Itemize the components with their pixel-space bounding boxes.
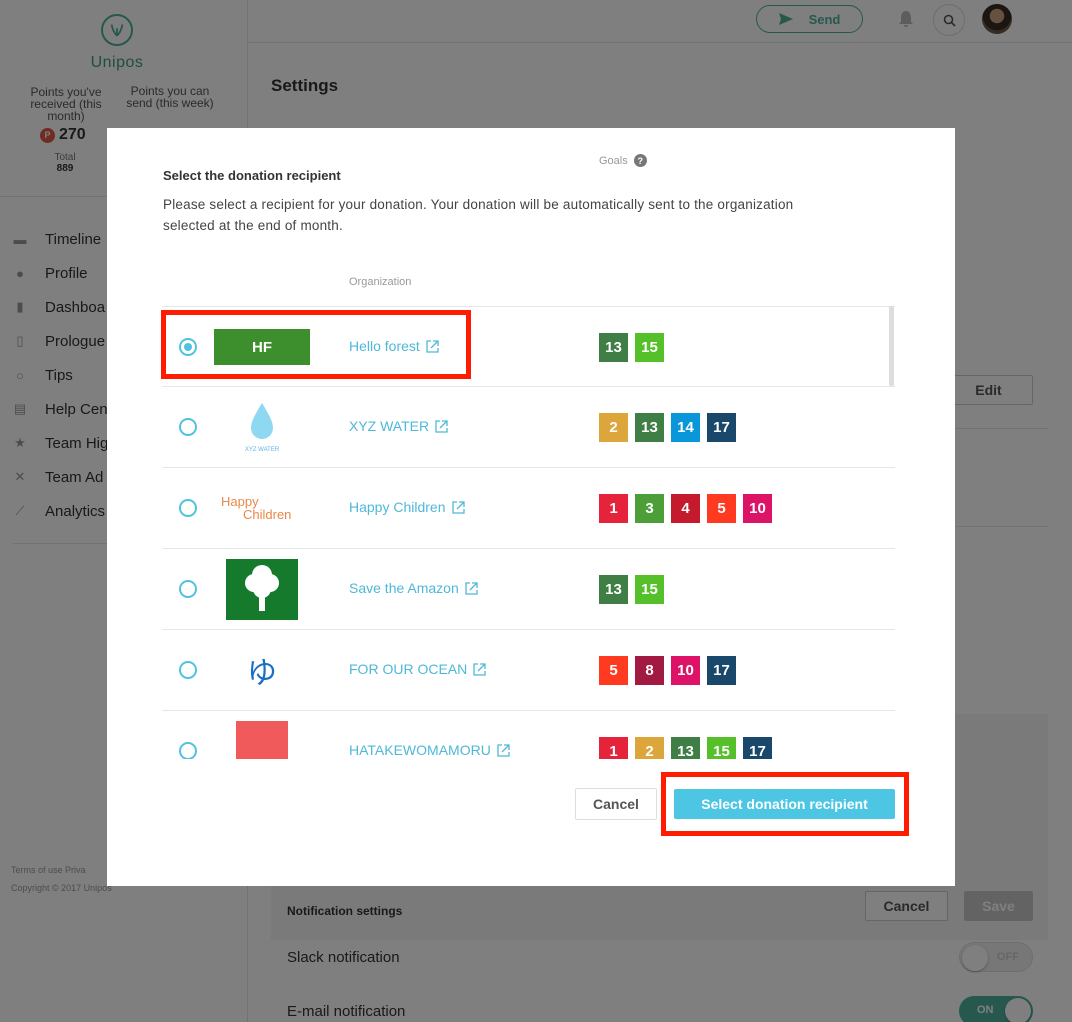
column-header-goals: Goals ? bbox=[599, 154, 647, 167]
goal-badge: 17 bbox=[743, 737, 772, 759]
cancel-button[interactable]: Cancel bbox=[575, 788, 657, 820]
goal-badge: 4 bbox=[671, 494, 700, 523]
external-link-icon bbox=[473, 662, 486, 676]
org-name: Save the Amazon bbox=[349, 580, 459, 596]
goal-badges: 5 8 10 17 bbox=[599, 656, 736, 685]
ocean-logo-glyph: ゆ bbox=[247, 656, 277, 691]
goal-badge: 1 bbox=[599, 494, 628, 523]
goal-badge: 13 bbox=[671, 737, 700, 759]
external-link-icon bbox=[451, 500, 465, 514]
org-logo bbox=[214, 558, 310, 620]
dialog-description: Please select a recipient for your donat… bbox=[163, 197, 794, 233]
recipient-row-xyz-water[interactable]: XYZ WATER XYZ WATER 2 13 14 17 bbox=[162, 387, 895, 468]
external-link-icon bbox=[465, 581, 478, 595]
radio-button[interactable] bbox=[179, 580, 197, 598]
highlight-box-selected-row bbox=[161, 310, 471, 379]
goal-badge: 13 bbox=[635, 413, 664, 442]
org-link[interactable]: Save the Amazon bbox=[349, 580, 478, 596]
highlight-box-confirm-button bbox=[661, 772, 909, 836]
list-scrollbar[interactable] bbox=[889, 306, 894, 386]
goal-badge: 15 bbox=[707, 737, 736, 759]
external-link-icon bbox=[497, 743, 510, 757]
external-link-icon bbox=[435, 419, 448, 433]
goal-badges: 2 13 14 17 bbox=[599, 413, 736, 442]
radio-button[interactable] bbox=[179, 742, 197, 759]
org-name: Happy Children bbox=[349, 499, 446, 515]
tree-icon bbox=[226, 558, 298, 620]
goal-badge: 2 bbox=[635, 737, 664, 759]
radio-button[interactable] bbox=[179, 661, 197, 679]
goal-badge: 17 bbox=[707, 656, 736, 685]
goal-badge: 2 bbox=[599, 413, 628, 442]
goal-badge: 5 bbox=[707, 494, 736, 523]
goal-badge: 10 bbox=[671, 656, 700, 685]
goal-badges: 1 3 4 5 10 bbox=[599, 494, 772, 523]
org-link[interactable]: HATAKEWOMAMORU bbox=[349, 742, 510, 758]
org-name: FOR OUR OCEAN bbox=[349, 661, 468, 677]
org-logo: XYZ WATER bbox=[214, 397, 310, 457]
org-link[interactable]: XYZ WATER bbox=[349, 418, 448, 434]
dialog-title: Select the donation recipient bbox=[163, 168, 341, 183]
org-name: XYZ WATER bbox=[349, 418, 430, 434]
water-drop-icon: XYZ WATER bbox=[245, 403, 280, 453]
happy-children-logo: Happy Children bbox=[221, 495, 303, 521]
goal-badges: 13 15 bbox=[599, 333, 664, 362]
goal-badge: 3 bbox=[635, 494, 664, 523]
radio-button[interactable] bbox=[179, 499, 197, 517]
goal-badges: 1 2 13 15 17 bbox=[599, 737, 772, 759]
org-logo: ゆ bbox=[214, 640, 310, 700]
org-logo: Happy Children bbox=[214, 478, 310, 538]
goal-badge: 15 bbox=[635, 575, 664, 604]
help-icon[interactable]: ? bbox=[633, 154, 647, 167]
recipient-row-save-the-amazon[interactable]: Save the Amazon 13 15 bbox=[162, 549, 895, 630]
org-link[interactable]: FOR OUR OCEAN bbox=[349, 661, 486, 677]
goal-badge: 10 bbox=[743, 494, 772, 523]
org-logo bbox=[214, 721, 310, 759]
org-link[interactable]: Happy Children bbox=[349, 499, 465, 515]
logo-line-2: Children bbox=[243, 507, 292, 522]
goal-badge: 13 bbox=[599, 575, 628, 604]
recipient-row-hatakewomamoru[interactable]: HATAKEWOMAMORU 1 2 13 15 17 bbox=[162, 711, 895, 759]
goal-badge: 14 bbox=[671, 413, 700, 442]
radio-button[interactable] bbox=[179, 418, 197, 436]
goal-badge: 15 bbox=[635, 333, 664, 362]
goal-badge: 13 bbox=[599, 333, 628, 362]
xyz-water-logo-text: XYZ WATER bbox=[245, 447, 280, 453]
goal-badge: 8 bbox=[635, 656, 664, 685]
goal-badge: 5 bbox=[599, 656, 628, 685]
goals-header-label: Goals bbox=[599, 154, 628, 167]
goal-badge: 17 bbox=[707, 413, 736, 442]
recipient-row-for-our-ocean[interactable]: ゆ FOR OUR OCEAN 5 8 10 17 bbox=[162, 630, 895, 711]
goal-badges: 13 15 bbox=[599, 575, 664, 604]
hatakewomamoru-logo bbox=[236, 721, 288, 759]
column-header-organization: Organization bbox=[349, 276, 412, 288]
org-name: HATAKEWOMAMORU bbox=[349, 742, 491, 758]
goal-badge: 1 bbox=[599, 737, 628, 759]
recipient-row-happy-children[interactable]: Happy Children Happy Children 1 3 4 5 10 bbox=[162, 468, 895, 549]
